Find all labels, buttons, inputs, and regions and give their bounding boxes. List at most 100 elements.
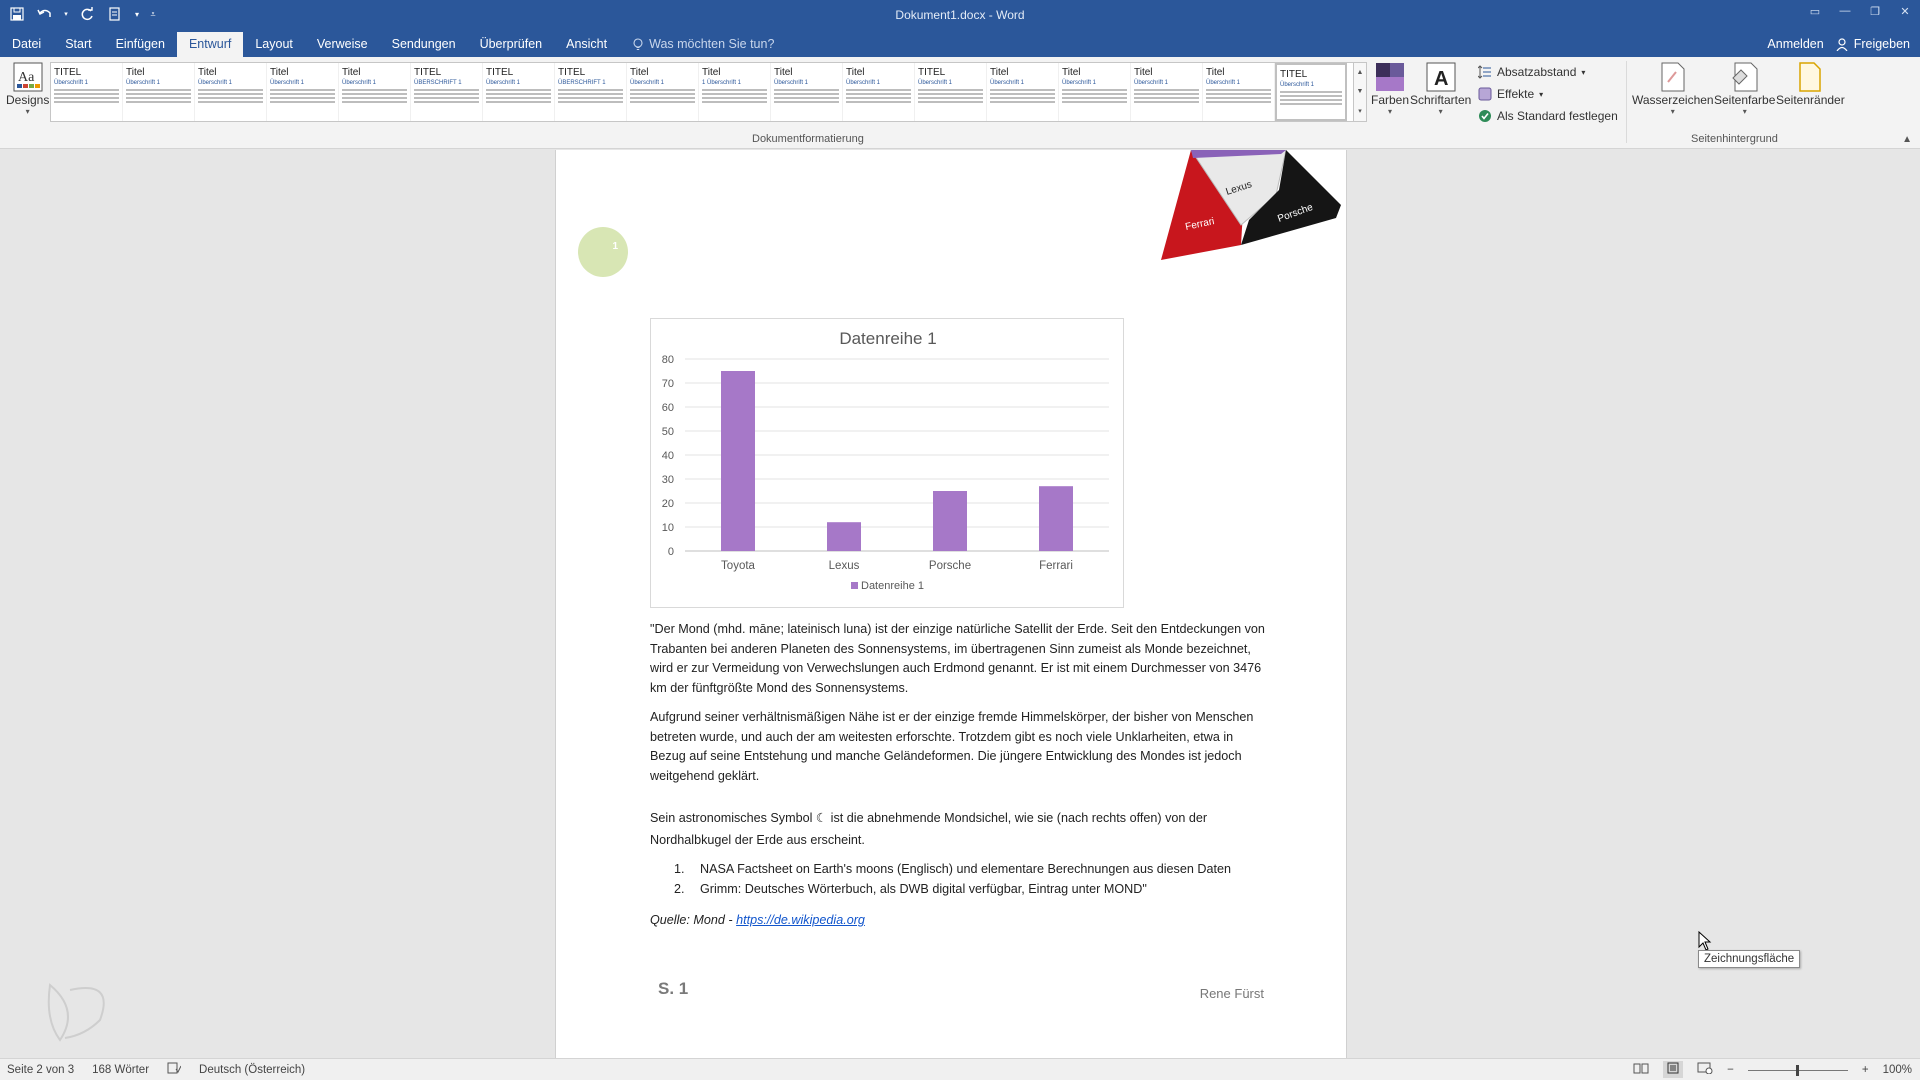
style-set-preview-lines xyxy=(414,89,479,103)
style-set-heading: Überschrift 1 xyxy=(630,80,665,86)
x-tick-label: Lexus xyxy=(829,560,860,572)
colors-button[interactable]: Farben ▾ xyxy=(1371,61,1409,116)
tab-start[interactable]: Start xyxy=(53,32,103,57)
collapse-ribbon-icon[interactable]: ▲ xyxy=(1902,134,1912,145)
title-bar: ▾ ▾ ⩡ Dokument1.docx - Word ▭ — ❐ ✕ xyxy=(0,0,1920,28)
tab-sendungen[interactable]: Sendungen xyxy=(380,32,468,57)
style-set-title: Titel xyxy=(774,67,793,78)
style-set-preview-lines xyxy=(54,89,119,103)
bar-porsche[interactable] xyxy=(933,491,967,551)
style-set-heading: Überschrift 1 xyxy=(846,80,881,86)
document-workspace[interactable]: 1 Lexus Porsche Ferrari Datenreihe 1 0 10 2… xyxy=(0,150,1920,1058)
legend-label: Datenreihe 1 xyxy=(861,580,924,592)
style-set-thumbnail[interactable]: TITEL Überschrift 1 xyxy=(915,63,987,121)
fonts-button[interactable]: A Schriftarten ▾ xyxy=(1410,61,1471,116)
page-counter[interactable]: Seite 2 von 3 xyxy=(7,1064,74,1076)
page-borders-button[interactable]: Seitenränder xyxy=(1776,61,1845,107)
style-set-heading: 1 Überschrift 1 xyxy=(702,80,742,86)
style-set-thumbnail[interactable]: Titel Überschrift 1 xyxy=(1131,63,1203,121)
tab-verweise[interactable]: Verweise xyxy=(305,32,380,57)
word-count[interactable]: 168 Wörter xyxy=(92,1064,149,1076)
style-set-title: Titel xyxy=(846,67,865,78)
style-set-thumbnail[interactable]: Titel Überschrift 1 xyxy=(627,63,699,121)
bar-toyota[interactable] xyxy=(721,371,755,551)
tell-me-box[interactable]: Was möchten Sie tun? xyxy=(619,32,774,57)
x-tick-label: Porsche xyxy=(929,560,971,572)
print-layout-icon[interactable] xyxy=(1663,1061,1684,1078)
close-icon[interactable]: ✕ xyxy=(1890,0,1920,22)
tab-layout[interactable]: Layout xyxy=(243,32,305,57)
designs-button[interactable]: Aa Designs ▾ xyxy=(6,61,49,116)
ribbon-entwurf: Aa Designs ▾ TITEL Überschrift 1 Titel Über… xyxy=(0,57,1920,149)
signin-link[interactable]: Anmelden xyxy=(1767,32,1823,57)
style-set-thumbnail[interactable]: TITEL Überschrift 1 xyxy=(483,63,555,121)
tab-ueberpruefen[interactable]: Überprüfen xyxy=(468,32,555,57)
style-set-thumbnail[interactable]: TITEL ÜBERSCHRIFT 1 xyxy=(411,63,483,121)
style-set-thumbnail[interactable]: Titel Überschrift 1 xyxy=(123,63,195,121)
style-set-thumbnail[interactable]: Titel 1 Überschrift 1 xyxy=(699,63,771,121)
effects-label: Effekte xyxy=(1497,87,1535,101)
bar-lexus[interactable] xyxy=(827,522,861,551)
page-borders-label: Seitenränder xyxy=(1776,93,1845,107)
style-set-title: TITEL xyxy=(1280,69,1308,80)
page-color-button[interactable]: Seitenfarbe ▾ xyxy=(1714,61,1775,116)
proofing-icon[interactable] xyxy=(167,1062,182,1077)
set-default-label: Als Standard festlegen xyxy=(1497,109,1618,123)
tab-ansicht[interactable]: Ansicht xyxy=(554,32,619,57)
web-layout-icon[interactable] xyxy=(1697,1062,1713,1077)
style-set-thumbnail[interactable]: TITEL Überschrift 1 xyxy=(51,63,123,121)
read-mode-icon[interactable] xyxy=(1633,1062,1649,1077)
body-text[interactable]: "Der Mond (mhd. māne; lateinisch luna) i… xyxy=(650,620,1270,931)
chart-container[interactable]: Datenreihe 1 0 10 20 30 40 50 60 70 80 Toyota Lexus… xyxy=(650,318,1124,608)
list-number: 2. xyxy=(674,881,685,896)
style-set-thumbnail[interactable]: Titel Überschrift 1 xyxy=(1059,63,1131,121)
style-set-thumbnail[interactable]: Titel Überschrift 1 xyxy=(195,63,267,121)
zoom-thumb[interactable] xyxy=(1795,1064,1799,1076)
style-set-heading: Überschrift 1 xyxy=(1280,82,1315,88)
style-set-thumbnail[interactable]: Titel Überschrift 1 xyxy=(339,63,411,121)
style-set-title: Titel xyxy=(270,67,289,78)
share-button[interactable]: Freigeben xyxy=(1836,32,1910,57)
style-set-thumbnail[interactable]: Titel Überschrift 1 xyxy=(987,63,1059,121)
gallery-more-icon[interactable]: ▾ xyxy=(1358,107,1362,115)
tab-einfuegen[interactable]: Einfügen xyxy=(104,32,177,57)
style-set-thumbnail[interactable]: TITEL Überschrift 1 xyxy=(1275,63,1347,121)
gallery-up-icon[interactable]: ▲ xyxy=(1357,69,1364,76)
source-link[interactable]: https://de.wikipedia.org xyxy=(736,913,865,927)
footer-page-number: S. 1 xyxy=(658,979,689,998)
gallery-down-icon[interactable]: ▼ xyxy=(1357,88,1364,95)
smartart-pyramid[interactable]: Lexus Porsche Ferrari xyxy=(1131,150,1351,270)
zoom-out-icon[interactable]: − xyxy=(1727,1064,1734,1076)
tab-entwurf[interactable]: Entwurf xyxy=(176,32,244,57)
style-set-thumbnail[interactable]: Titel Überschrift 1 xyxy=(267,63,339,121)
style-set-thumbnail[interactable]: TITEL ÜBERSCHRIFT 1 xyxy=(555,63,627,121)
circle-number: 1 xyxy=(612,241,618,252)
zoom-in-icon[interactable]: + xyxy=(1862,1064,1869,1076)
paragraph-spacing-button[interactable]: Absatzabstand ▾ xyxy=(1478,63,1618,81)
effects-button[interactable]: Effekte ▾ xyxy=(1478,85,1618,103)
style-set-thumbnail[interactable]: Titel Überschrift 1 xyxy=(843,63,915,121)
watermark-button[interactable]: Wasserzeichen ▾ xyxy=(1632,61,1714,116)
document-page[interactable]: 1 Lexus Porsche Ferrari Datenreihe 1 0 10 2… xyxy=(555,150,1347,1058)
designs-label: Designs xyxy=(6,93,50,107)
set-default-button[interactable]: Als Standard festlegen xyxy=(1478,107,1618,125)
list-item: 2. Grimm: Deutsches Wörterbuch, als DWB … xyxy=(674,880,1270,900)
bar-ferrari[interactable] xyxy=(1039,486,1073,551)
style-set-heading: Überschrift 1 xyxy=(990,80,1025,86)
bar-chart[interactable]: Datenreihe 1 0 10 20 30 40 50 60 70 80 Toyota Lexus… xyxy=(651,319,1125,609)
zoom-slider[interactable] xyxy=(1747,1063,1848,1077)
style-set-thumbnail[interactable]: Titel Überschrift 1 xyxy=(1203,63,1275,121)
list-text: Grimm: Deutsches Wörterbuch, als DWB dig… xyxy=(700,881,1147,896)
zoom-level[interactable]: 100% xyxy=(1883,1064,1912,1076)
x-tick-label: Ferrari xyxy=(1039,560,1073,572)
style-set-thumbnail[interactable]: Titel Überschrift 1 xyxy=(771,63,843,121)
gallery-scroll[interactable]: ▲ ▼ ▾ xyxy=(1353,62,1367,122)
maximize-icon[interactable]: ❐ xyxy=(1860,0,1890,22)
tab-datei[interactable]: Datei xyxy=(0,32,53,57)
style-set-preview-lines xyxy=(1206,89,1271,103)
minimize-icon[interactable]: — xyxy=(1830,0,1860,22)
ribbon-display-options-icon[interactable]: ▭ xyxy=(1800,0,1830,22)
style-set-heading: Überschrift 1 xyxy=(270,80,305,86)
language-indicator[interactable]: Deutsch (Österreich) xyxy=(199,1064,305,1076)
mouse-pointer-icon xyxy=(1698,931,1712,951)
